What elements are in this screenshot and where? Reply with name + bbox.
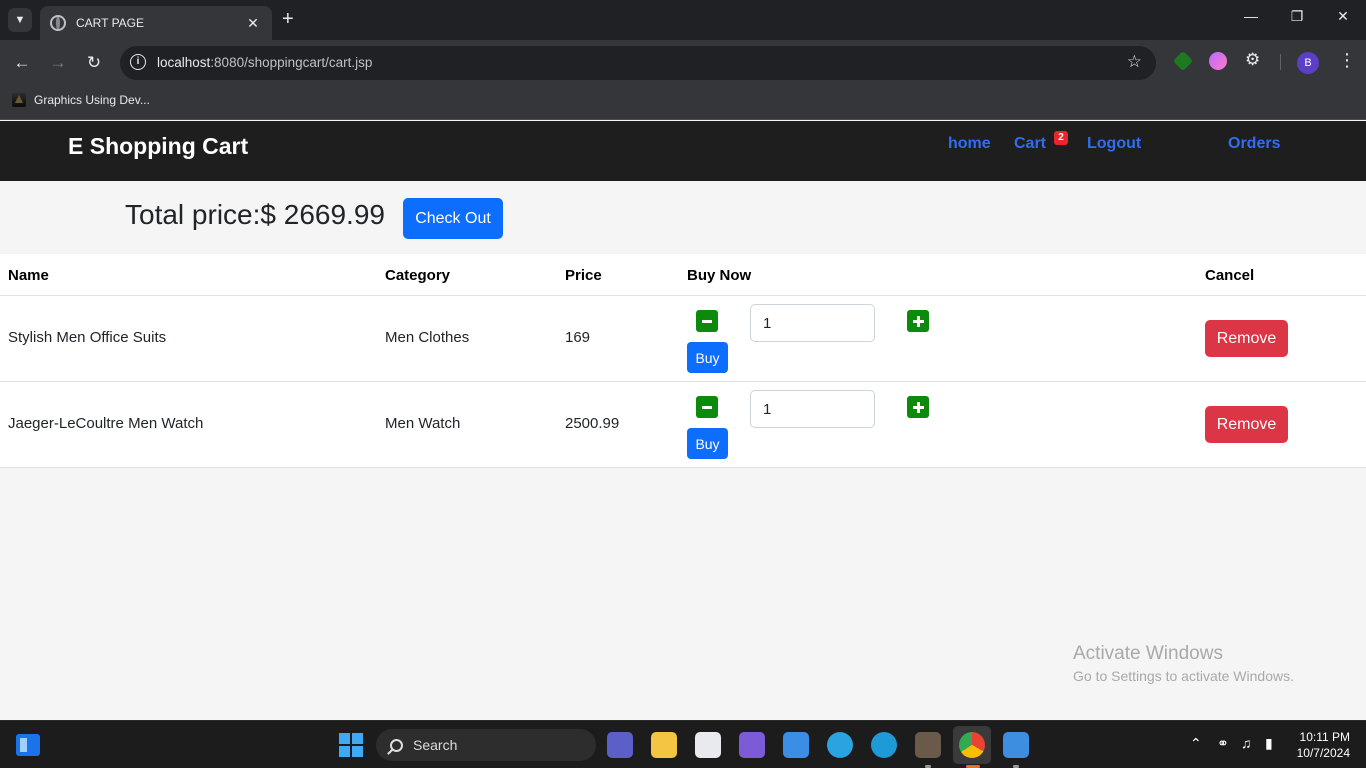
battery-icon[interactable]: ▮ [1265, 735, 1273, 752]
table-row: Jaeger-LeCoultre Men Watch Men Watch 250… [0, 382, 1366, 468]
minimize-icon[interactable]: — [1228, 8, 1274, 24]
clock-time: 10:11 PM [1299, 730, 1350, 744]
back-arrow-icon[interactable]: ← [10, 51, 34, 75]
devcpp-icon[interactable] [915, 732, 941, 758]
nav-orders-link[interactable]: Orders [1228, 135, 1280, 153]
quantity-input[interactable] [750, 390, 875, 428]
increase-qty-button[interactable] [907, 396, 929, 418]
site-brand[interactable]: E Shopping Cart [68, 133, 248, 160]
browser-menu-icon[interactable]: ⋮ [1338, 50, 1356, 71]
increase-qty-button[interactable] [907, 310, 929, 332]
paint-icon[interactable] [1003, 732, 1029, 758]
header-price: Price [565, 267, 602, 284]
cart-summary: Total price:$ 2669.99 Check Out [0, 181, 1366, 254]
tab-title: CART PAGE [76, 16, 145, 30]
tray-chevron-icon[interactable]: ⌃ [1190, 735, 1202, 752]
header-category: Category [385, 267, 451, 284]
browser-tabstrip: ▼ CART PAGE ✕ + — ❐ ✕ [0, 0, 1366, 40]
taskbar-search[interactable]: Search [376, 729, 596, 761]
reload-icon[interactable]: ↻ [82, 51, 106, 75]
clock-date: 10/7/2024 [1296, 746, 1350, 760]
extensions-puzzle-icon[interactable]: ⚙ [1245, 50, 1263, 69]
product-price: 169 [565, 329, 591, 346]
taskbar-search-label: Search [413, 737, 458, 753]
cart-count-badge: 2 [1054, 131, 1068, 145]
nav-home-link[interactable]: home [948, 135, 991, 153]
buy-button[interactable]: Buy [687, 428, 728, 459]
decrease-qty-button[interactable] [696, 310, 718, 332]
toolbar-divider [1280, 54, 1281, 70]
activate-windows-subtitle: Go to Settings to activate Windows. [1073, 668, 1294, 684]
bookmark-label: Graphics Using Dev... [34, 93, 150, 107]
tab-search-chevron-icon[interactable]: ▼ [8, 8, 32, 32]
minus-icon [702, 405, 712, 409]
header-cancel: Cancel [1205, 267, 1255, 284]
network-globe-icon[interactable]: ⚭ [1217, 735, 1229, 752]
search-icon [390, 738, 403, 752]
header-name: Name [8, 267, 49, 284]
product-category: Men Clothes [385, 329, 470, 346]
table-row: Stylish Men Office Suits Men Clothes 169… [0, 296, 1366, 382]
edge-icon[interactable] [871, 732, 897, 758]
system-clock[interactable]: 10:11 PM 10/7/2024 [1292, 729, 1350, 761]
product-name: Jaeger-LeCoultre Men Watch [8, 415, 204, 432]
extension-purple-icon[interactable] [1209, 52, 1227, 70]
copilot-icon[interactable] [739, 732, 765, 758]
checkout-button[interactable]: Check Out [403, 198, 503, 239]
profile-avatar[interactable]: B [1297, 52, 1319, 74]
bookmark-star-icon[interactable]: ☆ [1127, 52, 1142, 72]
cart-table: Name Category Price Buy Now Cancel Styli… [0, 254, 1366, 468]
os-taskbar: Search ⌃ ⚭ ♫ ▮ 10:11 PM 10/7/2024 [0, 720, 1366, 768]
site-navbar: E Shopping Cart home Cart 2 Logout Order… [0, 121, 1366, 181]
minus-icon [702, 319, 712, 323]
forward-arrow-icon[interactable]: → [46, 51, 70, 75]
activate-windows-title: Activate Windows [1073, 643, 1223, 664]
browser-tab[interactable]: CART PAGE ✕ [40, 6, 272, 40]
windows-start-icon[interactable] [339, 733, 363, 757]
header-buy-now: Buy Now [687, 267, 752, 284]
total-price: Total price:$ 2669.99 [125, 199, 385, 230]
nav-cart-link[interactable]: Cart [1014, 135, 1046, 153]
table-header-row: Name Category Price Buy Now Cancel [0, 254, 1366, 296]
product-name: Stylish Men Office Suits [8, 329, 167, 346]
quantity-input[interactable] [750, 304, 875, 342]
chrome-icon[interactable] [959, 732, 985, 758]
file-explorer-icon[interactable] [651, 732, 677, 758]
new-tab-plus-icon[interactable]: + [282, 8, 294, 30]
tab-close-icon[interactable]: ✕ [244, 15, 262, 32]
window-close-icon[interactable]: ✕ [1320, 8, 1366, 25]
volume-icon[interactable]: ♫ [1241, 735, 1252, 751]
remove-button[interactable]: Remove [1205, 320, 1288, 357]
restore-icon[interactable]: ❐ [1274, 8, 1320, 25]
address-bar[interactable]: i localhost:8080/shoppingcart/cart.jsp ☆ [120, 46, 1156, 80]
store-icon[interactable] [695, 732, 721, 758]
decrease-qty-button[interactable] [696, 396, 718, 418]
bookmark-favicon-icon [12, 93, 26, 107]
nav-logout-link[interactable]: Logout [1087, 135, 1141, 153]
site-info-icon[interactable]: i [130, 54, 146, 70]
globe-icon [50, 15, 66, 31]
bookmark-item[interactable]: Graphics Using Dev... [12, 93, 150, 107]
meet-app-icon[interactable] [607, 732, 633, 758]
telegram-icon[interactable] [827, 732, 853, 758]
mail-icon[interactable] [783, 732, 809, 758]
bookmarks-bar: Graphics Using Dev... [0, 86, 1366, 120]
url-text: localhost:8080/shoppingcart/cart.jsp [157, 55, 373, 70]
widgets-icon[interactable] [16, 734, 40, 756]
page-viewport: E Shopping Cart home Cart 2 Logout Order… [0, 121, 1366, 720]
product-category: Men Watch [385, 415, 461, 432]
remove-button[interactable]: Remove [1205, 406, 1288, 443]
buy-button[interactable]: Buy [687, 342, 728, 373]
product-price: 2500.99 [565, 415, 620, 432]
browser-toolbar: ← → ↻ i localhost:8080/shoppingcart/cart… [0, 40, 1366, 86]
